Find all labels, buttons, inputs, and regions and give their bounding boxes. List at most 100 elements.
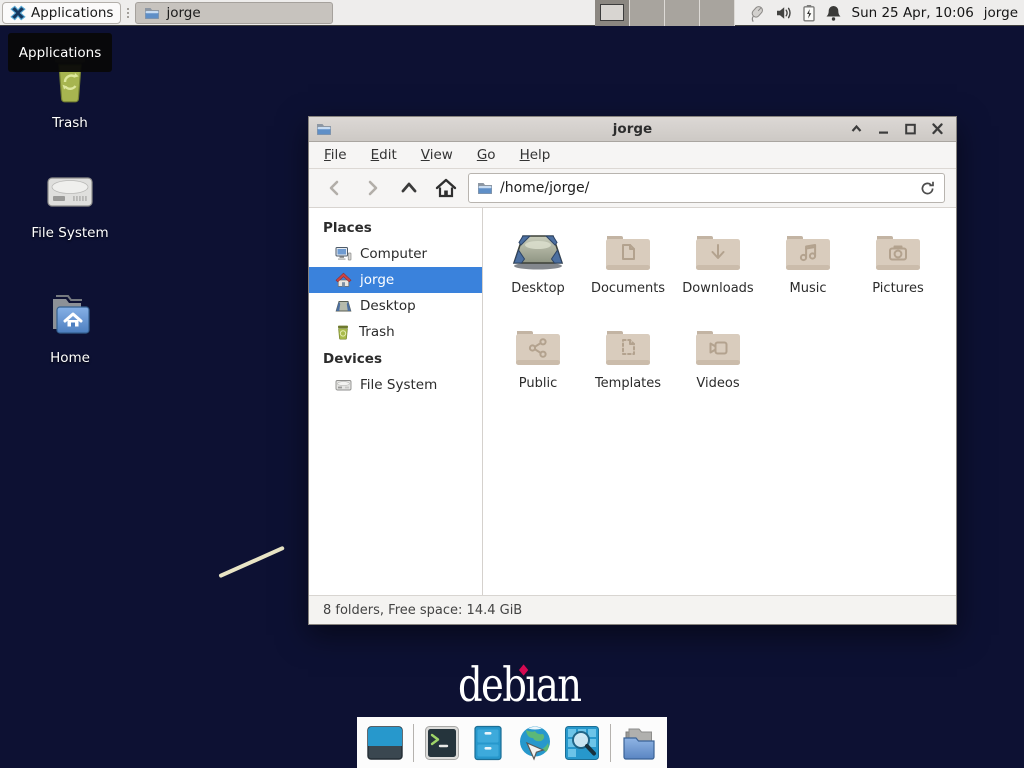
taskbar-window-label: jorge xyxy=(166,5,200,21)
file-item-label: Music xyxy=(790,281,827,296)
folder-templates-icon xyxy=(604,319,652,367)
notification-bell-icon[interactable] xyxy=(825,4,842,22)
terminal-icon xyxy=(424,725,460,761)
sidebar-header-places: Places xyxy=(309,214,482,241)
workspace-1[interactable] xyxy=(595,0,630,26)
dock-app-finder-button[interactable] xyxy=(563,724,601,762)
file-item-templates[interactable]: Templates xyxy=(583,319,673,414)
panel-grip-handle[interactable] xyxy=(123,8,133,18)
file-item-videos[interactable]: Videos xyxy=(673,319,763,414)
file-manager-body: PlacesComputerjorgeDesktopTrashDevicesFi… xyxy=(309,208,956,595)
dock-separator xyxy=(413,724,414,762)
menu-go[interactable]: Go xyxy=(477,147,496,163)
drive-large-icon xyxy=(45,168,95,214)
sidebar-item-trash[interactable]: Trash xyxy=(309,319,482,345)
panel-clock[interactable]: Sun 25 Apr, 10:06 xyxy=(852,5,974,21)
file-item-music[interactable]: Music xyxy=(763,224,853,319)
home-icon xyxy=(335,272,352,288)
directory-menu-icon xyxy=(620,726,658,760)
menu-help[interactable]: Help xyxy=(520,147,551,163)
up-icon xyxy=(399,178,419,198)
up-button[interactable] xyxy=(394,174,424,202)
back-icon xyxy=(325,178,345,198)
workspace-switcher[interactable] xyxy=(595,0,735,26)
file-item-label: Public xyxy=(519,376,557,391)
path-input[interactable]: /home/jorge/ xyxy=(500,180,912,196)
file-item-label: Desktop xyxy=(511,281,565,296)
file-item-label: Videos xyxy=(696,376,739,391)
top-panel: Applications jorge Sun 25 Apr, 10:06 jor… xyxy=(0,0,1024,26)
desktop-item-icon xyxy=(510,224,566,272)
file-manager-icon xyxy=(472,725,504,761)
folder-documents-icon xyxy=(604,224,652,272)
workspace-4[interactable] xyxy=(700,0,735,26)
maximize-button[interactable] xyxy=(904,123,917,135)
applications-tooltip-text: Applications xyxy=(19,45,101,61)
file-item-label: Templates xyxy=(595,376,661,391)
folder-public-icon xyxy=(514,319,562,367)
web-browser-icon xyxy=(516,724,554,762)
home-button[interactable] xyxy=(431,174,461,202)
folder-downloads-icon xyxy=(694,224,742,272)
taskbar-window-button[interactable]: jorge xyxy=(135,2,333,24)
folder-pictures-icon xyxy=(874,224,922,272)
file-item-documents[interactable]: Documents xyxy=(583,224,673,319)
sidebar-item-jorge[interactable]: jorge xyxy=(309,267,482,293)
menu-file[interactable]: File xyxy=(324,147,347,163)
sidebar-item-computer[interactable]: Computer xyxy=(309,241,482,267)
mouse-icon[interactable] xyxy=(747,4,766,22)
sidebar-item-label: Desktop xyxy=(360,298,416,314)
dock-directory-menu-button[interactable] xyxy=(620,724,658,762)
debian-logo-text: debıan xyxy=(458,658,580,713)
file-item-pictures[interactable]: Pictures xyxy=(853,224,943,319)
battery-charging-icon[interactable] xyxy=(802,4,816,22)
workspace-window-preview xyxy=(600,4,624,21)
dock-show-desktop-button[interactable] xyxy=(366,724,404,762)
desktop-icon-file-system[interactable]: File System xyxy=(10,168,130,241)
forward-button[interactable] xyxy=(357,174,387,202)
dock-terminal-button[interactable] xyxy=(423,724,461,762)
computer-icon xyxy=(335,246,352,262)
minimize-button[interactable] xyxy=(877,123,890,135)
desktop-icon-home[interactable]: Home xyxy=(10,293,130,366)
dock-separator xyxy=(610,724,611,762)
dock-web-browser-button[interactable] xyxy=(516,724,554,762)
file-item-public[interactable]: Public xyxy=(493,319,583,414)
file-item-desktop[interactable]: Desktop xyxy=(493,224,583,319)
file-item-label: Downloads xyxy=(682,281,753,296)
wallpaper-line-art xyxy=(218,546,284,578)
sidebar-item-desktop[interactable]: Desktop xyxy=(309,293,482,319)
folder-music-icon xyxy=(784,224,832,272)
app-finder-icon xyxy=(564,725,600,761)
window-titlebar[interactable]: jorge xyxy=(309,117,956,142)
sidebar: PlacesComputerjorgeDesktopTrashDevicesFi… xyxy=(309,208,483,595)
file-grid: Desktop Documents Downloads Music Pictur… xyxy=(483,208,956,595)
folder-videos-icon xyxy=(694,319,742,367)
path-bar[interactable]: /home/jorge/ xyxy=(468,173,945,203)
sidebar-item-file-system[interactable]: File System xyxy=(309,372,482,398)
menu-view[interactable]: View xyxy=(421,147,453,163)
panel-user-label[interactable]: jorge xyxy=(984,5,1018,21)
file-manager-toolbar: /home/jorge/ xyxy=(309,169,956,208)
file-item-downloads[interactable]: Downloads xyxy=(673,224,763,319)
shade-button[interactable] xyxy=(850,123,863,135)
dock-file-manager-button[interactable] xyxy=(470,724,508,762)
applications-menu-label: Applications xyxy=(31,5,113,21)
debian-wallpaper-logo: debıan xyxy=(458,658,580,713)
trash-small-icon xyxy=(335,324,351,340)
workspace-2[interactable] xyxy=(630,0,665,26)
close-button[interactable] xyxy=(931,123,944,135)
applications-menu-button[interactable]: Applications xyxy=(2,2,121,24)
sidebar-item-label: Computer xyxy=(360,246,427,262)
back-button[interactable] xyxy=(320,174,350,202)
volume-icon[interactable] xyxy=(775,4,793,22)
workspace-3[interactable] xyxy=(665,0,700,26)
forward-icon xyxy=(362,178,382,198)
reload-icon[interactable] xyxy=(919,180,936,197)
path-folder-icon xyxy=(477,181,493,195)
drive-small-icon xyxy=(335,378,352,392)
sidebar-item-label: jorge xyxy=(360,272,394,288)
statusbar-text: 8 folders, Free space: 14.4 GiB xyxy=(323,603,522,618)
applications-tooltip: Applications xyxy=(8,33,112,72)
menu-edit[interactable]: Edit xyxy=(371,147,397,163)
